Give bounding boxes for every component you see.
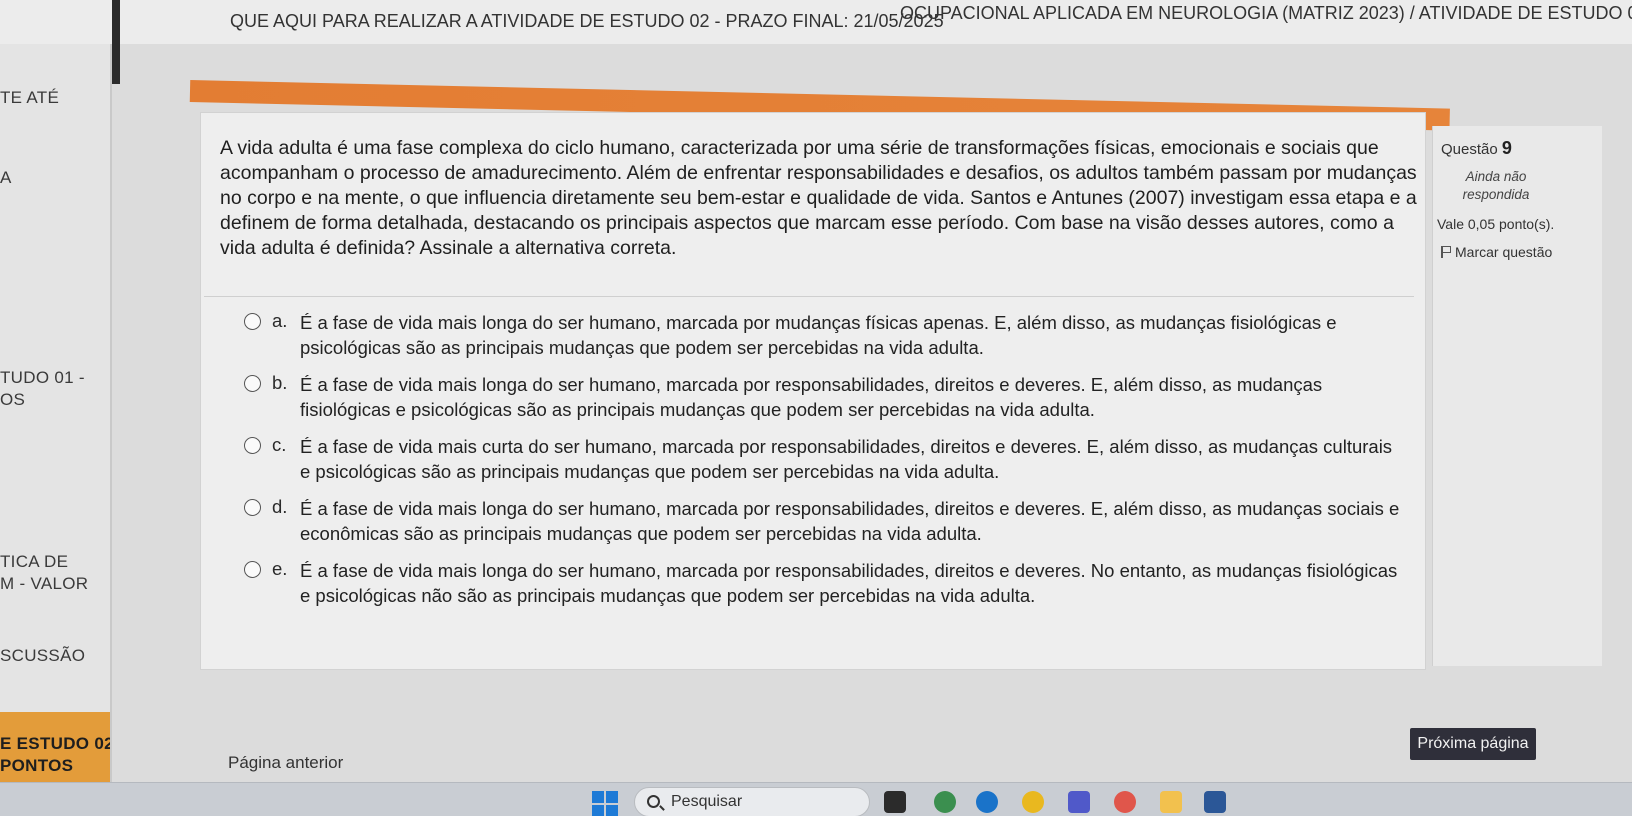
page: QUE AQUI PARA REALIZAR A ATIVIDADE DE ES… — [0, 0, 1632, 816]
question-text: A vida adulta é uma fase complexa do cic… — [220, 137, 1417, 259]
taskbar-search-input[interactable]: Pesquisar — [634, 787, 870, 816]
sidebar-item-a[interactable]: A — [0, 168, 110, 188]
option-text[interactable]: É a fase de vida mais longa do ser human… — [300, 372, 1400, 422]
sidebar-item-study-01-detail[interactable]: OS — [0, 390, 110, 410]
sidebar-active-title: E ESTUDO 02 — [0, 734, 112, 753]
taskbar-search-placeholder: Pesquisar — [671, 793, 743, 810]
sidebar-item-practice-value[interactable]: M - VALOR — [0, 574, 110, 594]
next-page-button[interactable]: Próxima página — [1410, 728, 1536, 760]
sidebar-item-discussion[interactable]: SCUSSÃO — [0, 646, 110, 666]
option-c-radio[interactable] — [244, 437, 261, 454]
question-status: Ainda não respondida — [1462, 169, 1530, 202]
option-letter: d. — [272, 496, 288, 517]
search-icon — [647, 795, 660, 808]
option-a[interactable]: a. É a fase de vida mais longa do ser hu… — [244, 310, 1404, 370]
taskbar: Pesquisar — [0, 782, 1632, 816]
app-icon[interactable] — [1114, 791, 1136, 813]
sidebar-item-deadline[interactable]: TE ATÉ — [0, 88, 110, 108]
option-letter: e. — [272, 558, 288, 579]
question-grade: Vale 0,05 ponto(s). — [1437, 216, 1555, 232]
flag-icon — [1441, 246, 1451, 258]
flag-question-label: Marcar questão — [1455, 244, 1553, 260]
option-e[interactable]: e. É a fase de vida mais longa do ser hu… — [244, 558, 1404, 618]
breadcrumb-activity-link[interactable]: QUE AQUI PARA REALIZAR A ATIVIDADE DE ES… — [230, 10, 944, 32]
option-text[interactable]: É a fase de vida mais curta do ser human… — [300, 434, 1400, 484]
teams-icon[interactable] — [1068, 791, 1090, 813]
option-a-radio[interactable] — [244, 313, 261, 330]
question-number: 9 — [1501, 138, 1512, 158]
question-divider — [204, 296, 1414, 297]
flag-question-button[interactable]: Marcar questão — [1441, 244, 1552, 260]
breadcrumb-course-path[interactable]: OCUPACIONAL APLICADA EM NEUROLOGIA (MATR… — [900, 2, 1632, 24]
question-info-card: Questão 9 Ainda não respondida Vale 0,05… — [1432, 126, 1602, 666]
breadcrumb: QUE AQUI PARA REALIZAR A ATIVIDADE DE ES… — [0, 0, 1632, 44]
sidebar-active-points: PONTOS — [0, 756, 74, 775]
option-text[interactable]: É a fase de vida mais longa do ser human… — [300, 310, 1400, 360]
chrome-browser-icon[interactable] — [1022, 791, 1044, 813]
previous-page-button[interactable]: Página anterior — [214, 748, 357, 778]
option-text[interactable]: É a fase de vida mais longa do ser human… — [300, 558, 1400, 608]
word-icon[interactable] — [1204, 791, 1226, 813]
option-letter: a. — [272, 310, 288, 331]
option-b-radio[interactable] — [244, 375, 261, 392]
option-c[interactable]: c. É a fase de vida mais curta do ser hu… — [244, 434, 1404, 494]
question-label: Questão — [1441, 141, 1498, 158]
window-edge — [112, 0, 120, 84]
question-number-label: Questão 9 — [1441, 138, 1512, 159]
widgets-icon[interactable] — [934, 791, 956, 813]
sidebar-item-active[interactable]: E ESTUDO 02 PONTOS — [0, 712, 112, 790]
option-e-radio[interactable] — [244, 561, 261, 578]
option-letter: b. — [272, 372, 288, 393]
option-d-radio[interactable] — [244, 499, 261, 516]
file-explorer-icon[interactable] — [1160, 791, 1182, 813]
edge-browser-icon[interactable] — [976, 791, 998, 813]
task-view-icon[interactable] — [884, 791, 906, 813]
option-text[interactable]: É a fase de vida mais longa do ser human… — [300, 496, 1400, 546]
option-d[interactable]: d. É a fase de vida mais longa do ser hu… — [244, 496, 1404, 556]
option-letter: c. — [272, 434, 287, 455]
sidebar-item-practice[interactable]: TICA DE — [0, 552, 110, 572]
option-b[interactable]: b. É a fase de vida mais longa do ser hu… — [244, 372, 1404, 432]
sidebar-item-study-01[interactable]: TUDO 01 - — [0, 368, 110, 388]
course-index-sidebar: TE ATÉ A TUDO 01 - OS TICA DE M - VALOR … — [0, 44, 112, 790]
windows-start-icon[interactable] — [592, 791, 618, 816]
